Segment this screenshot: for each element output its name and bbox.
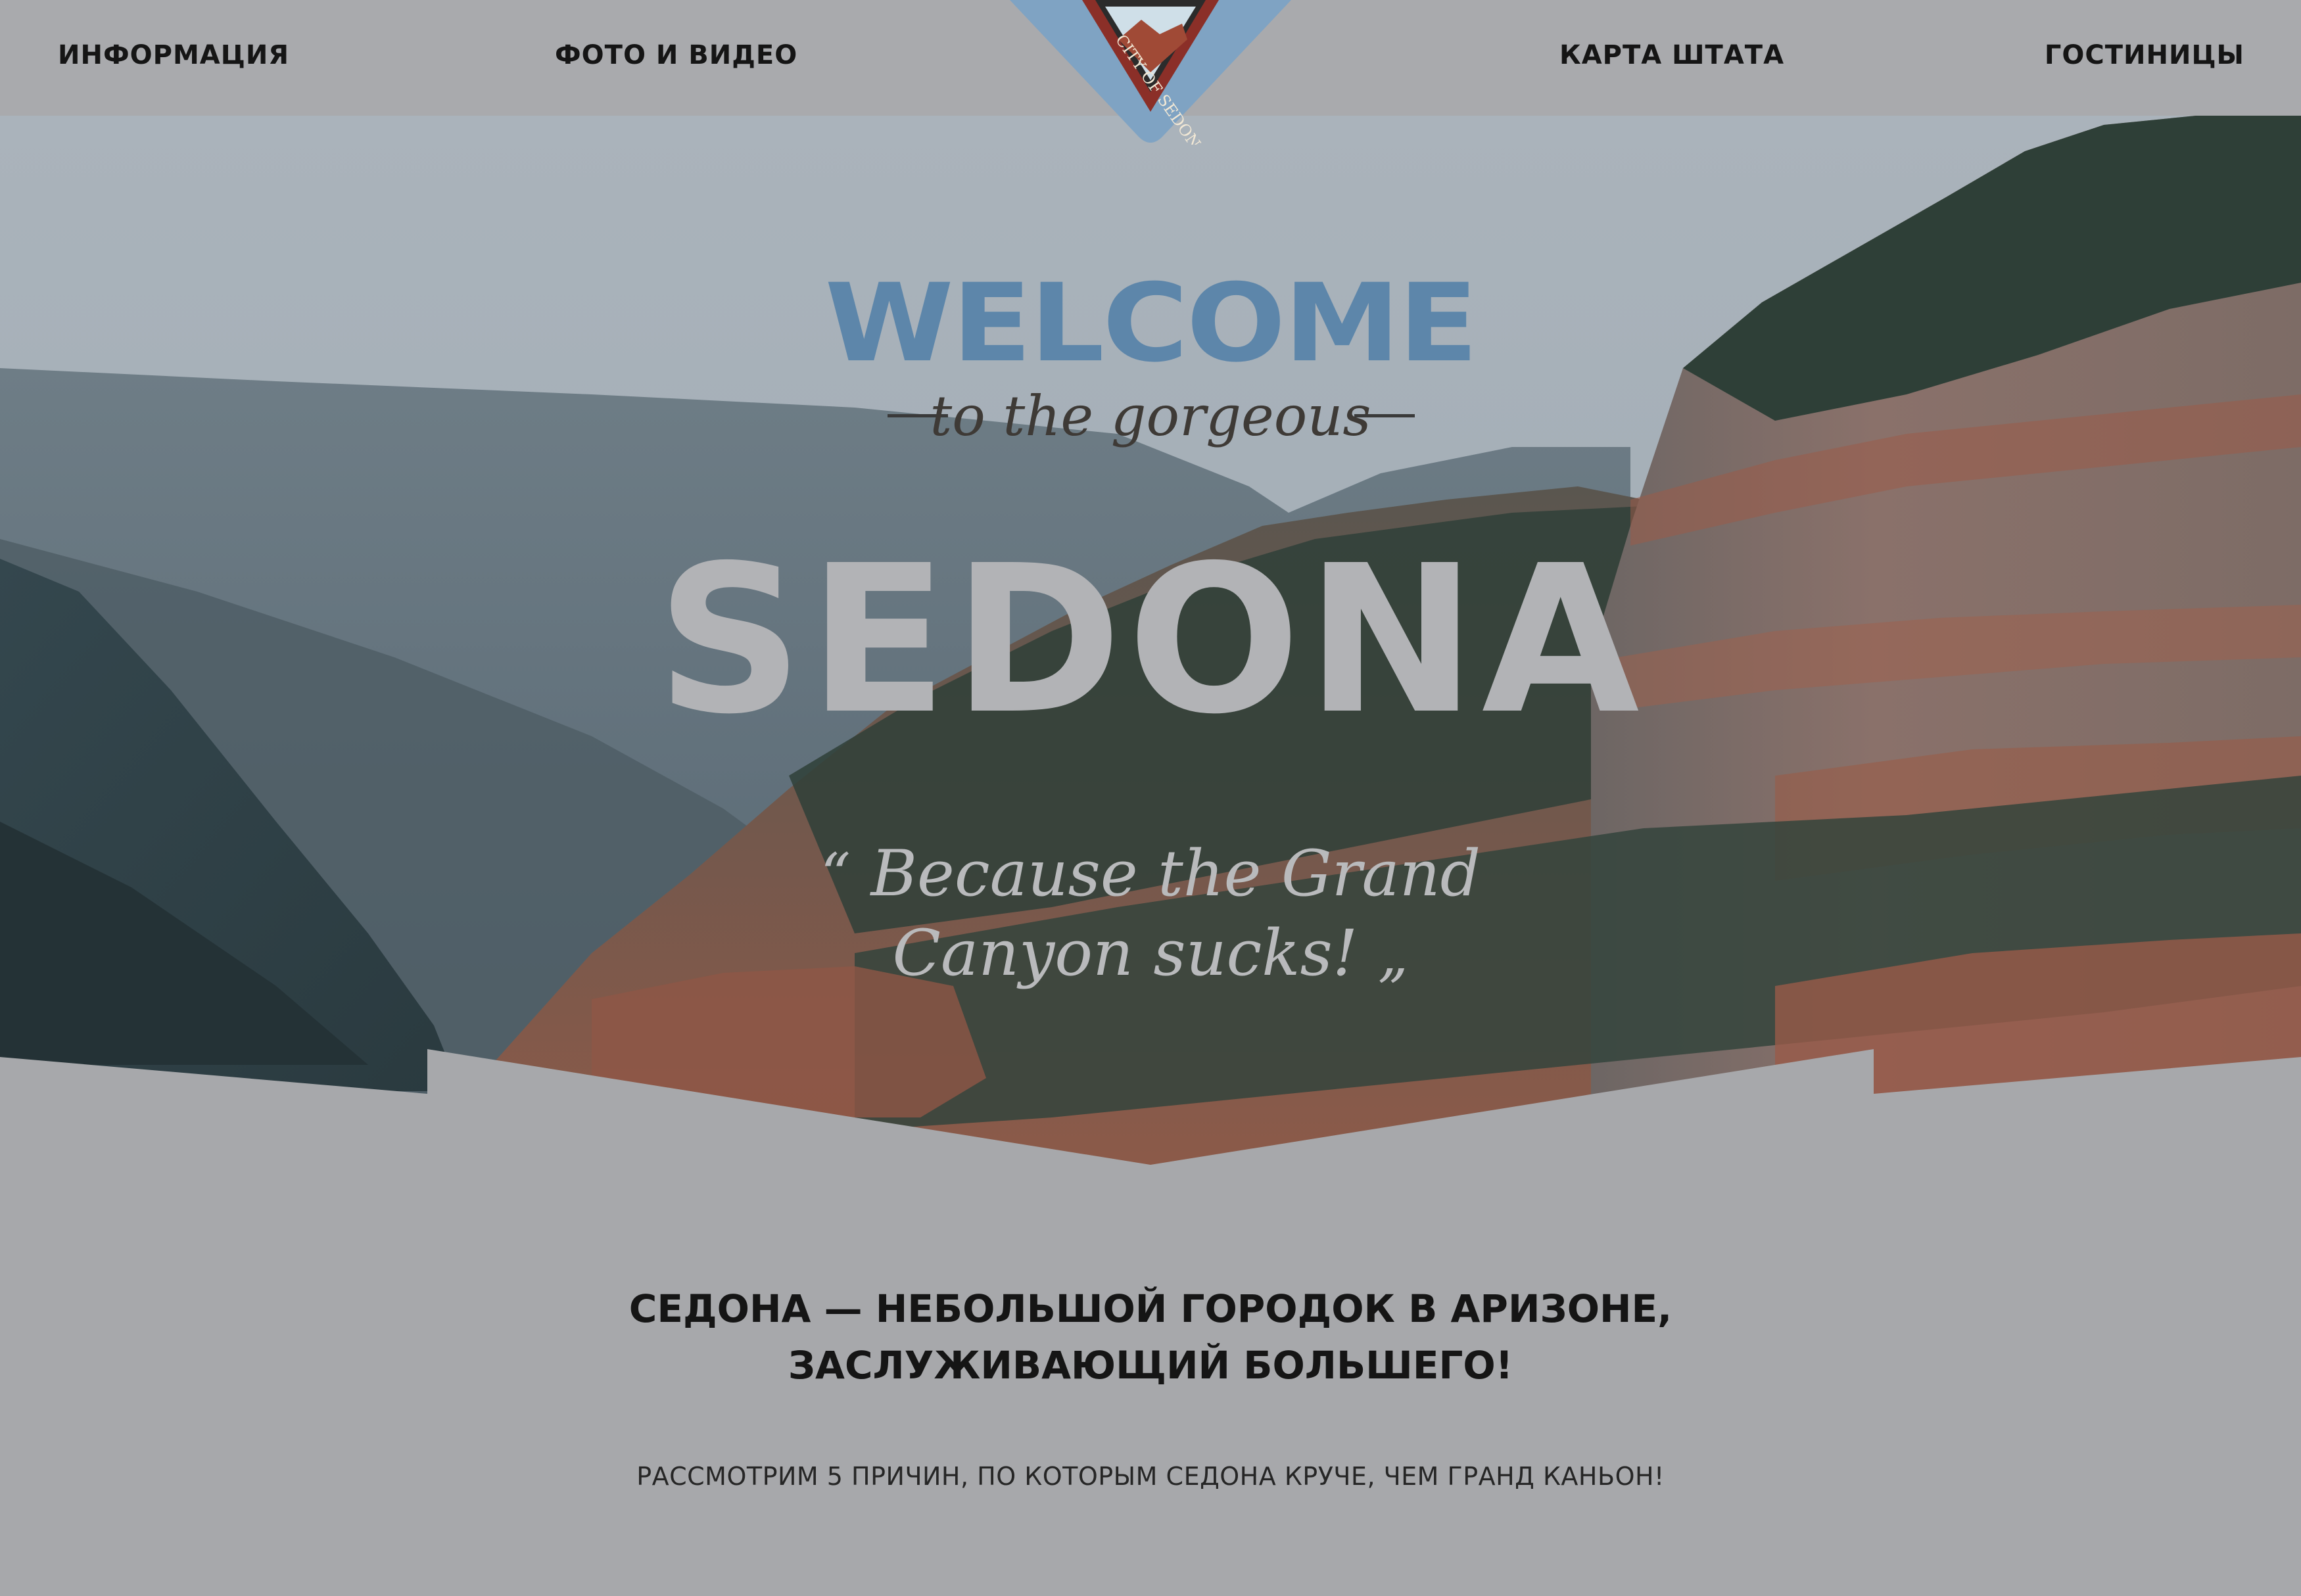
city-logo[interactable]: CITY OF SEDONA [1010, 0, 1291, 162]
section-subline: РАССМОТРИМ 5 ПРИЧИН, ПО КОТОРЫМ СЕДОНА К… [636, 1462, 1665, 1491]
quote-close-mark: „ [1377, 920, 1409, 989]
nav-link-info[interactable]: ИНФОРМАЦИЯ [58, 37, 289, 74]
section-headline: СЕДОНА — НЕБОЛЬШОЙ ГОРОДОК В АРИЗОНЕ, ЗА… [0, 1280, 2301, 1394]
quote-open-mark: “ [820, 841, 851, 910]
quote-line-1: Because the Grand [870, 837, 1481, 910]
city-name: SEDONA [656, 522, 1645, 759]
nav-link-state-map[interactable]: КАРТА ШТАТА [1559, 37, 1784, 74]
subtitle-rule-right [1354, 414, 1415, 417]
headline-line-1: СЕДОНА — НЕБОЛЬШОЙ ГОРОДОК В АРИЗОНЕ, [629, 1286, 1672, 1331]
welcome-title: WELCOME [824, 260, 1478, 386]
quote-line-2: Canyon sucks! [892, 916, 1358, 990]
subtitle-row: to the gorgeous [0, 380, 2301, 452]
hero-quote: “ Because the Grand Canyon sucks! „ [789, 835, 1512, 994]
subtitle-text: to the gorgeous [930, 384, 1371, 448]
nav-link-photo-video[interactable]: ФОТО И ВИДЕО [555, 37, 797, 74]
nav-link-hotels[interactable]: ГОСТИНИЦЫ [2045, 37, 2244, 74]
headline-line-2: ЗАСЛУЖИВАЮЩИЙ БОЛЬШЕГО! [788, 1343, 1513, 1388]
